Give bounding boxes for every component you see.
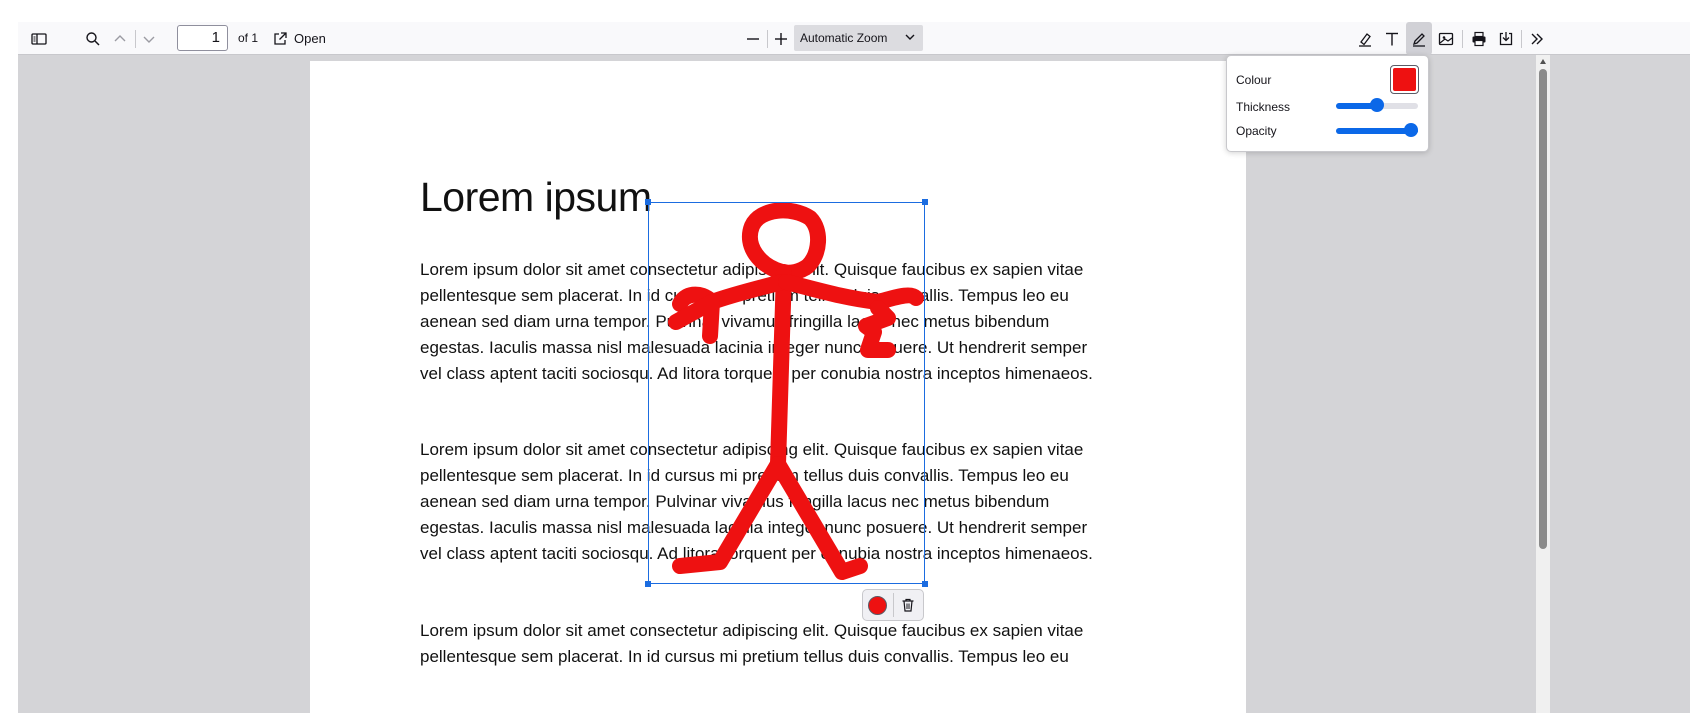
thickness-slider-knob[interactable] — [1370, 98, 1384, 112]
opacity-slider[interactable] — [1336, 123, 1418, 137]
opacity-label: Opacity — [1236, 124, 1277, 138]
toggle-sidebar-button[interactable] — [26, 22, 52, 55]
delete-annotation-button[interactable] — [894, 590, 924, 620]
zoom-out-button[interactable] — [740, 22, 766, 55]
text-line: Lorem ipsum dolor sit amet consectetur a… — [420, 621, 1084, 640]
color-dot-icon — [868, 595, 888, 615]
printer-icon — [1472, 31, 1486, 46]
highlight-button[interactable] — [1352, 22, 1378, 55]
resize-handle-bottom-right[interactable] — [922, 581, 928, 587]
text-annotation-button[interactable] — [1379, 22, 1405, 55]
trash-icon — [902, 598, 914, 612]
zoom-select-value: Automatic Zoom — [800, 31, 888, 45]
highlighter-icon — [1359, 32, 1371, 47]
pen-icon — [1412, 32, 1425, 47]
download-icon — [1499, 31, 1513, 45]
scrollbar-thumb[interactable] — [1539, 69, 1547, 549]
toolbar: 1 of 1 Open Automatic Zoom — [18, 22, 1690, 55]
open-external-icon — [274, 31, 287, 45]
resize-handle-bottom-left[interactable] — [645, 581, 651, 587]
print-button[interactable] — [1466, 22, 1492, 55]
minus-icon — [747, 37, 759, 40]
vertical-scrollbar[interactable] — [1536, 55, 1550, 713]
ink-properties-popup: Colour Thickness Opacity — [1226, 55, 1429, 152]
open-button[interactable]: Open — [272, 22, 326, 55]
paragraph-3: Lorem ipsum dolor sit amet consectetur a… — [420, 618, 1180, 670]
text-icon — [1386, 32, 1398, 45]
page-title: Lorem ipsum — [420, 174, 652, 220]
toolbar-separator — [1462, 30, 1463, 48]
image-icon — [1438, 32, 1454, 45]
chevron-up-icon — [114, 34, 126, 41]
chevron-down-icon — [143, 36, 155, 43]
annotation-edit-toolbar — [862, 589, 924, 621]
resize-handle-top-left[interactable] — [645, 199, 651, 205]
selection-box[interactable] — [648, 202, 925, 584]
page-number-input[interactable]: 1 — [177, 25, 228, 51]
zoom-select[interactable]: Automatic Zoom — [794, 25, 923, 51]
next-page-button[interactable] — [136, 22, 162, 55]
colour-swatch — [1393, 68, 1416, 91]
text-line: pellentesque sem placerat. In id cursus … — [420, 647, 1069, 666]
double-chevron-right-icon — [1531, 33, 1543, 44]
open-button-label: Open — [294, 31, 326, 46]
page-count-label: of 1 — [238, 31, 259, 45]
opacity-slider-knob[interactable] — [1404, 123, 1418, 137]
save-button[interactable] — [1493, 22, 1519, 55]
find-button[interactable] — [80, 22, 106, 55]
previous-page-button[interactable] — [107, 22, 133, 55]
pdf-viewer: 1 of 1 Open Automatic Zoom Lorem ipsum L… — [18, 22, 1690, 713]
colour-picker[interactable] — [1390, 65, 1419, 94]
chevron-down-icon — [905, 34, 915, 40]
plus-icon — [775, 32, 787, 45]
thickness-slider[interactable] — [1336, 98, 1418, 112]
thickness-label: Thickness — [1236, 100, 1291, 114]
zoom-in-button[interactable] — [768, 22, 794, 55]
draw-button[interactable] — [1406, 22, 1432, 55]
sidebar-icon — [31, 32, 47, 45]
search-icon — [86, 31, 100, 46]
add-image-button[interactable] — [1433, 22, 1459, 55]
annotation-color-button[interactable] — [863, 590, 893, 620]
scroll-up-arrow-icon[interactable] — [1539, 58, 1547, 66]
resize-handle-top-right[interactable] — [922, 199, 928, 205]
tools-menu-button[interactable] — [1524, 22, 1550, 55]
pdf-page: Lorem ipsum Lorem ipsum dolor sit amet c… — [310, 61, 1246, 713]
toolbar-separator — [1521, 30, 1522, 48]
colour-label: Colour — [1236, 73, 1272, 87]
